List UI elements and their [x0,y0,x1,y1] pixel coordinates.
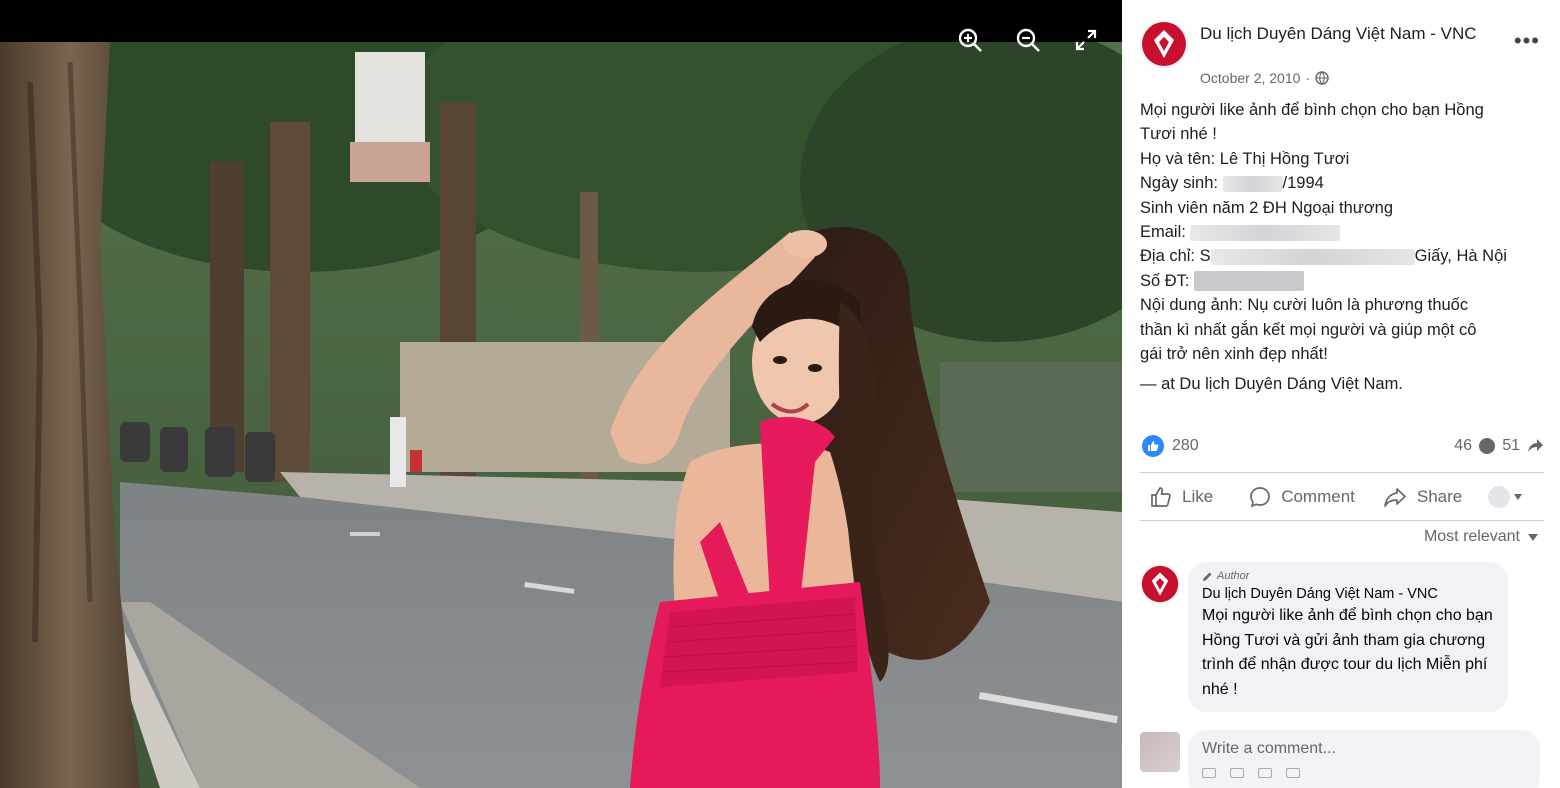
post-actions: Like Comment Share [1140,476,1560,518]
address-label: Địa chỉ: S [1140,247,1211,266]
comment-text: Mọi người like ảnh để bình chọn cho bạn … [1202,607,1493,698]
avatar [1140,732,1180,772]
comment-author-link[interactable]: Du lịch Duyên Dáng Việt Nam - VNC [1202,586,1494,602]
reaction-count[interactable]: 280 [1172,437,1199,455]
comment-bubble: Author Du lịch Duyên Dáng Việt Nam - VNC… [1188,562,1508,712]
zoom-in-icon [958,28,982,52]
globe-icon [1315,71,1329,85]
zoom-out-icon [1016,28,1040,52]
brand-heart-logo-icon [1141,565,1179,603]
comment-button[interactable]: Comment [1249,476,1355,518]
zoom-out-button[interactable] [1014,26,1042,54]
address-line: Địa chỉ: S Giấy, Hà Nội [1140,244,1544,268]
dob-label: Ngày sinh: [1140,174,1223,193]
pencil-icon [1203,572,1212,581]
photo-viewer [0,0,1122,788]
comment-composer [1140,730,1544,788]
emoji-icon[interactable] [1230,768,1244,778]
redacted-block [1222,175,1283,192]
gif-icon[interactable] [1286,768,1300,778]
post-header: Du lịch Duyên Dáng Việt Nam - VNC Octobe… [1140,18,1542,90]
phone-label: Số ĐT: [1140,271,1195,290]
post-as-selector[interactable] [1488,486,1523,508]
email-line: Email: [1140,220,1544,244]
street-portrait-photo [0,42,1122,788]
divider [1140,472,1544,473]
page-name-link[interactable]: Du lịch Duyên Dáng Việt Nam - VNC [1200,22,1490,45]
post-line: Họ và tên: Lê Thị Hồng Tươi [1140,149,1350,168]
like-reaction-icon[interactable] [1142,435,1164,457]
post-photo[interactable] [0,42,1122,788]
post-line: Mọi người like ảnh để bình chọn cho bạn … [1140,101,1484,119]
page-avatar[interactable] [1140,20,1188,68]
fullscreen-button[interactable] [1072,26,1100,54]
post-line: Tươi nhé ! [1140,125,1217,144]
share-count-value: 51 [1502,437,1520,454]
checkin-line[interactable]: — at Du lịch Duyên Dáng Việt Nam. [1140,372,1544,396]
thumbs-up-icon [1148,441,1159,451]
share-arrow-icon [1528,439,1543,452]
commenter-avatar[interactable] [1140,564,1180,604]
author-badge-label: Author [1217,570,1250,582]
share-outline-icon [1384,488,1406,507]
brand-heart-logo-icon [1142,22,1186,66]
avatar [1488,486,1511,508]
more-options-button[interactable]: ••• [1514,30,1540,52]
post-line: thần kì nhất gắn kết mọi người và giúp m… [1140,320,1477,339]
phone-line: Số ĐT: [1140,269,1544,293]
thumbs-up-outline-icon [1151,487,1171,507]
camera-icon[interactable] [1258,768,1272,778]
composer-tools [1202,768,1526,778]
zoom-in-button[interactable] [956,26,984,54]
comment-outline-icon [1250,487,1271,508]
address-value: Giấy, Hà Nội [1414,247,1507,266]
chevron-down-icon [1528,533,1538,541]
meta-separator: · [1305,70,1311,86]
post-line: Nội dung ảnh: Nụ cười luôn là phương thu… [1140,296,1469,315]
author-badge: Author [1202,570,1494,582]
comment-input[interactable] [1202,740,1526,758]
fullscreen-icon [1075,29,1097,51]
dob-line: Ngày sinh: /1994 [1140,171,1544,195]
post-panel: Du lịch Duyên Dáng Việt Nam - VNC Octobe… [1122,0,1560,788]
redacted-block [1194,271,1305,292]
email-label: Email: [1140,223,1191,242]
comment-count-value: 46 [1454,437,1472,454]
dob-value: /1994 [1282,174,1324,193]
post-meta: October 2, 2010 · [1200,70,1329,86]
more-dots-icon: ••• [1513,28,1540,53]
sticker-icon[interactable] [1202,768,1216,778]
post-line: gái trở nên xinh đẹp nhất! [1140,345,1328,364]
share-label: Share [1416,487,1463,506]
divider [1140,520,1544,521]
post-text: Mọi người like ảnh để bình chọn cho bạn … [1140,98,1544,397]
viewer-toolbar [956,26,1100,54]
comment-sort-dropdown[interactable]: Most relevant [1424,528,1538,546]
chevron-down-icon [1514,494,1523,500]
reactions-bar: 280 46 51 [1140,434,1544,460]
comment-bubble-icon [1479,438,1495,454]
sort-label: Most relevant [1423,528,1520,545]
share-button[interactable]: Share [1383,476,1462,518]
redacted-block [1210,249,1415,266]
like-button[interactable]: Like [1150,476,1213,518]
post-line: Sinh viên năm 2 ĐH Ngoại thương [1140,198,1393,217]
comment-input-box[interactable] [1188,730,1540,788]
comments-count[interactable]: 46 [1454,437,1496,455]
shares-count[interactable]: 51 [1502,437,1544,455]
redacted-block [1190,224,1341,241]
like-label: Like [1182,487,1214,506]
post-date[interactable]: October 2, 2010 [1200,70,1300,86]
comment-label: Comment [1281,487,1355,506]
